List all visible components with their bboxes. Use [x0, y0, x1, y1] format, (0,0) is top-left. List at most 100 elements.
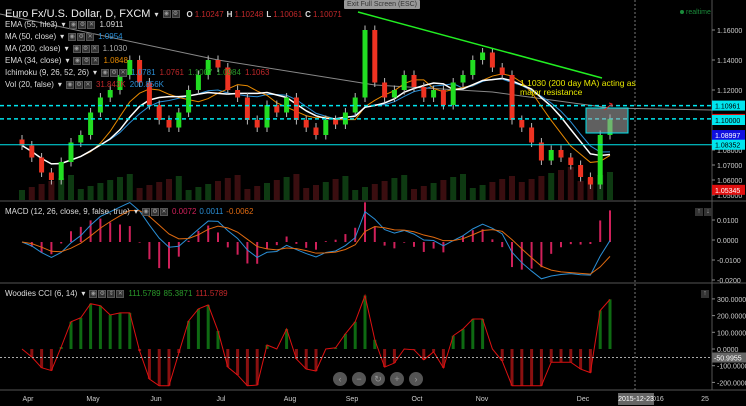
chevron-down-icon[interactable]: ▾ — [58, 80, 62, 89]
ohlc-values: O 1.10247 H 1.10248 L 1.10061 C 1.10071 — [184, 10, 342, 19]
candle-body — [78, 135, 84, 143]
volume-bar — [19, 190, 25, 200]
candle-body — [39, 157, 45, 173]
volume-bar — [371, 184, 378, 200]
candle-body — [244, 97, 250, 120]
indicator-value: 1.1063 — [244, 68, 270, 77]
eye-icon[interactable]: ◉ — [68, 32, 77, 41]
settings-icon[interactable]: ⚙ — [81, 44, 90, 53]
exit-fullscreen-button[interactable]: Exit Full Screen (ESC) — [344, 0, 421, 9]
chevron-down-icon[interactable]: ▾ — [154, 10, 158, 19]
y-tick-label: -100.0000 — [717, 364, 746, 371]
close-icon[interactable]: ✕ — [159, 207, 168, 216]
close-icon[interactable]: ✕ — [86, 32, 95, 41]
indicator-legend: EMA (34, close) ▾ ◉ ⚙ ✕ 1.0848 — [5, 56, 128, 65]
volume-bar — [362, 187, 368, 200]
x-tick-label: Jun — [150, 396, 161, 403]
eye-icon[interactable]: ◉ — [65, 80, 74, 89]
scroll-right-button[interactable]: › — [409, 372, 423, 386]
eye-icon[interactable]: ◉ — [89, 289, 98, 298]
volume-bar — [28, 187, 35, 200]
settings-icon[interactable]: ⚙ — [77, 32, 86, 41]
close-icon[interactable]: ✕ — [87, 20, 96, 29]
chevron-down-icon[interactable]: ▾ — [134, 207, 138, 216]
indicator-label[interactable]: Vol (20, false) — [5, 80, 54, 89]
chevron-down-icon[interactable]: ▾ — [60, 32, 64, 41]
candle-body — [548, 150, 554, 161]
ohlc-value: 1.10061 — [273, 9, 303, 19]
settings-icon[interactable]: ⚙ — [110, 68, 119, 77]
close-icon[interactable]: ✕ — [116, 289, 125, 298]
volume-bar — [401, 175, 408, 200]
candle-body — [264, 105, 270, 128]
indicator-label[interactable]: MA (50, close) — [5, 32, 56, 41]
chevron-down-icon[interactable]: ▾ — [61, 20, 65, 29]
move-pane-down-icon[interactable]: ↓ — [704, 208, 712, 216]
cci-label[interactable]: Woodies CCI (6, 14) — [5, 289, 77, 298]
symbol-title[interactable]: Euro Fx/U.S. Dollar, D, FXCM — [5, 8, 150, 20]
settings-icon[interactable]: ⚙ — [150, 207, 159, 216]
volume-bar — [479, 185, 486, 200]
indicator-label[interactable]: EMA (34, close) — [5, 56, 61, 65]
chevron-down-icon[interactable]: ▾ — [65, 44, 69, 53]
settings-icon[interactable]: ⚙ — [171, 10, 180, 18]
settings-icon[interactable]: ⚙ — [82, 56, 91, 65]
volume-bar — [126, 174, 133, 200]
move-pane-up-icon[interactable]: ↑ — [701, 290, 709, 298]
indicator-label[interactable]: EMA (55, hlc3) — [5, 20, 57, 29]
indicator-value: 1.0911 — [99, 20, 124, 29]
chevron-down-icon[interactable]: ▾ — [93, 68, 97, 77]
candle-body — [460, 75, 466, 83]
volume-bar — [499, 179, 506, 200]
close-icon[interactable]: ✕ — [91, 56, 100, 65]
close-icon[interactable]: ✕ — [119, 68, 128, 77]
volume-bar — [68, 175, 74, 200]
candle-body — [382, 82, 388, 98]
scroll-left-button[interactable]: ‹ — [333, 372, 347, 386]
volume-bar — [273, 180, 280, 200]
volume-bar — [518, 182, 525, 200]
indicator-buttons: ◉ ⚙ ✕ — [72, 44, 99, 53]
settings-icon[interactable]: ⚙ — [78, 20, 87, 29]
indicator-label[interactable]: Ichimoku (9, 26, 52, 26) — [5, 68, 89, 77]
candle-body — [303, 120, 309, 128]
chevron-down-icon[interactable]: ▾ — [65, 56, 69, 65]
volume-bar — [156, 182, 163, 200]
indicator-value: 200.856K — [129, 80, 165, 89]
eye-icon[interactable]: ◉ — [101, 68, 110, 77]
y-tick-label: 1.06000 — [717, 178, 742, 185]
volume-bar — [195, 187, 202, 200]
candle-body — [176, 112, 182, 128]
settings-icon[interactable]: ⚙ — [98, 289, 107, 298]
indicator-value: 1.0781 — [131, 68, 156, 77]
move-pane-up-icon[interactable]: ↑ — [695, 208, 703, 216]
candle-body — [195, 75, 201, 90]
chart-navigation: ‹ − ↻ + › — [333, 372, 423, 386]
x-tick-label: May — [86, 396, 100, 403]
zoom-in-button[interactable]: + — [390, 372, 404, 386]
indicator-buttons: ◉ ⚙ ✕ — [73, 56, 100, 65]
settings-icon[interactable]: ⚙ — [74, 80, 83, 89]
candle-body — [597, 135, 603, 185]
macd-label[interactable]: MACD (12, 26, close, 9, false, true) — [5, 207, 130, 216]
y-tick-label: 1.12000 — [717, 88, 742, 95]
move-icon[interactable]: ⇕ — [107, 289, 116, 298]
candle-body — [68, 142, 74, 162]
indicator-value: 1.0848 — [103, 56, 128, 65]
indicator-label[interactable]: MA (200, close) — [5, 44, 61, 53]
y-tick-label: 100.0000 — [717, 330, 746, 337]
zoom-out-button[interactable]: − — [352, 372, 366, 386]
eye-icon[interactable]: ◉ — [69, 20, 78, 29]
eye-icon[interactable]: ◉ — [162, 10, 171, 18]
chevron-down-icon[interactable]: ▾ — [81, 289, 85, 298]
reset-button[interactable]: ↻ — [371, 372, 385, 386]
candle-body — [88, 112, 94, 135]
chart-annotation[interactable]: 1.1030 (200 day MA) acting as major resi… — [520, 79, 640, 97]
volume-bar — [175, 176, 182, 200]
eye-icon[interactable]: ◉ — [73, 56, 82, 65]
volume-bar — [420, 186, 427, 200]
eye-icon[interactable]: ◉ — [72, 44, 81, 53]
close-icon[interactable]: ✕ — [90, 44, 99, 53]
close-icon[interactable]: ✕ — [83, 80, 92, 89]
eye-icon[interactable]: ◉ — [141, 207, 150, 216]
